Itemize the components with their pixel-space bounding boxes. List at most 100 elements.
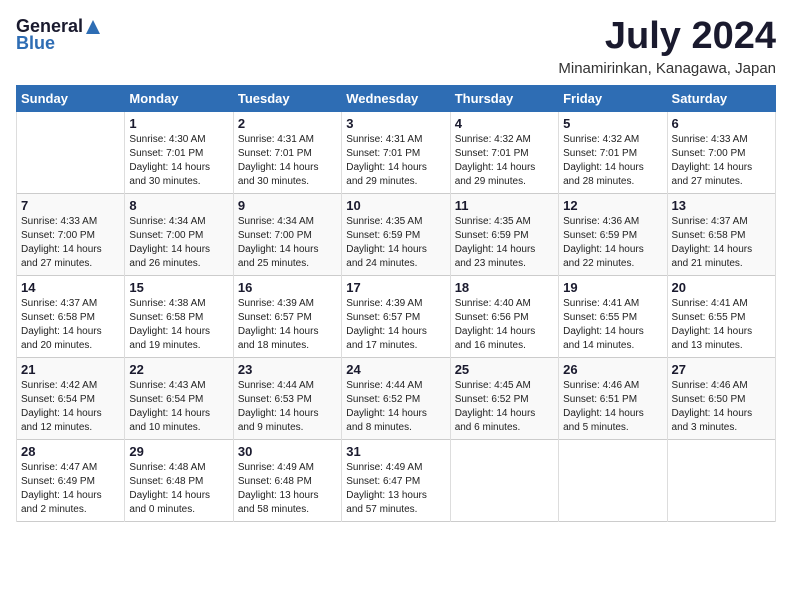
cell-info: Sunrise: 4:48 AMSunset: 6:48 PMDaylight:… (129, 461, 228, 517)
day-number: 8 (129, 198, 228, 213)
day-number: 6 (672, 116, 771, 131)
calendar-cell: 21 Sunrise: 4:42 AMSunset: 6:54 PMDayligh… (17, 357, 125, 439)
day-number: 25 (455, 362, 554, 377)
day-number: 22 (129, 362, 228, 377)
cell-info: Sunrise: 4:42 AMSunset: 6:54 PMDaylight:… (21, 379, 120, 435)
cell-info: Sunrise: 4:31 AMSunset: 7:01 PMDaylight:… (238, 133, 337, 189)
logo: General Blue (16, 16, 103, 54)
cell-info: Sunrise: 4:40 AMSunset: 6:56 PMDaylight:… (455, 297, 554, 353)
calendar-cell: 10 Sunrise: 4:35 AMSunset: 6:59 PMDayligh… (342, 193, 450, 275)
day-number: 14 (21, 280, 120, 295)
day-number: 23 (238, 362, 337, 377)
day-number: 27 (672, 362, 771, 377)
location-title: Minamirinkan, Kanagawa, Japan (558, 60, 776, 77)
cell-info: Sunrise: 4:38 AMSunset: 6:58 PMDaylight:… (129, 297, 228, 353)
calendar-cell: 27 Sunrise: 4:46 AMSunset: 6:50 PMDayligh… (667, 357, 775, 439)
cell-info: Sunrise: 4:46 AMSunset: 6:51 PMDaylight:… (563, 379, 662, 435)
calendar-cell: 11 Sunrise: 4:35 AMSunset: 6:59 PMDayligh… (450, 193, 558, 275)
cell-info: Sunrise: 4:35 AMSunset: 6:59 PMDaylight:… (346, 215, 445, 271)
calendar-week-row: 7 Sunrise: 4:33 AMSunset: 7:00 PMDaylight… (17, 193, 776, 275)
calendar-cell: 19 Sunrise: 4:41 AMSunset: 6:55 PMDayligh… (559, 275, 667, 357)
day-number: 29 (129, 444, 228, 459)
cell-info: Sunrise: 4:33 AMSunset: 7:00 PMDaylight:… (672, 133, 771, 189)
calendar-cell: 29 Sunrise: 4:48 AMSunset: 6:48 PMDayligh… (125, 439, 233, 521)
logo-blue: Blue (16, 33, 55, 54)
calendar-cell: 13 Sunrise: 4:37 AMSunset: 6:58 PMDayligh… (667, 193, 775, 275)
calendar-week-row: 28Sunrise: 4:47 AMSunset: 6:49 PMDayligh… (17, 439, 776, 521)
day-number: 28 (21, 444, 120, 459)
header-saturday: Saturday (667, 85, 775, 111)
day-number: 10 (346, 198, 445, 213)
day-number: 11 (455, 198, 554, 213)
cell-info: Sunrise: 4:41 AMSunset: 6:55 PMDaylight:… (672, 297, 771, 353)
cell-info: Sunrise: 4:31 AMSunset: 7:01 PMDaylight:… (346, 133, 445, 189)
cell-info: Sunrise: 4:39 AMSunset: 6:57 PMDaylight:… (238, 297, 337, 353)
day-number: 5 (563, 116, 662, 131)
calendar-cell: 23Sunrise: 4:44 AMSunset: 6:53 PMDayligh… (233, 357, 341, 439)
header-thursday: Thursday (450, 85, 558, 111)
calendar-cell (667, 439, 775, 521)
calendar-cell: 8 Sunrise: 4:34 AMSunset: 7:00 PMDaylight… (125, 193, 233, 275)
calendar-cell: 2 Sunrise: 4:31 AMSunset: 7:01 PMDaylight… (233, 111, 341, 193)
cell-info: Sunrise: 4:41 AMSunset: 6:55 PMDaylight:… (563, 297, 662, 353)
day-number: 20 (672, 280, 771, 295)
calendar-week-row: 1 Sunrise: 4:30 AMSunset: 7:01 PMDaylight… (17, 111, 776, 193)
header-wednesday: Wednesday (342, 85, 450, 111)
cell-info: Sunrise: 4:46 AMSunset: 6:50 PMDaylight:… (672, 379, 771, 435)
calendar-cell: 9 Sunrise: 4:34 AMSunset: 7:00 PMDaylight… (233, 193, 341, 275)
header-monday: Monday (125, 85, 233, 111)
cell-info: Sunrise: 4:33 AMSunset: 7:00 PMDaylight:… (21, 215, 120, 271)
page-header: General Blue July 2024 Minamirinkan, Kan… (16, 16, 776, 77)
cell-info: Sunrise: 4:32 AMSunset: 7:01 PMDaylight:… (563, 133, 662, 189)
cell-info: Sunrise: 4:32 AMSunset: 7:01 PMDaylight:… (455, 133, 554, 189)
month-title: July 2024 (558, 16, 776, 58)
header-friday: Friday (559, 85, 667, 111)
calendar-cell: 17Sunrise: 4:39 AMSunset: 6:57 PMDayligh… (342, 275, 450, 357)
calendar-cell (17, 111, 125, 193)
cell-info: Sunrise: 4:45 AMSunset: 6:52 PMDaylight:… (455, 379, 554, 435)
day-number: 15 (129, 280, 228, 295)
calendar-cell: 5 Sunrise: 4:32 AMSunset: 7:01 PMDaylight… (559, 111, 667, 193)
calendar-cell: 6 Sunrise: 4:33 AMSunset: 7:00 PMDaylight… (667, 111, 775, 193)
cell-info: Sunrise: 4:34 AMSunset: 7:00 PMDaylight:… (238, 215, 337, 271)
cell-info: Sunrise: 4:49 AMSunset: 6:48 PMDaylight:… (238, 461, 337, 517)
cell-info: Sunrise: 4:34 AMSunset: 7:00 PMDaylight:… (129, 215, 228, 271)
calendar-cell: 12Sunrise: 4:36 AMSunset: 6:59 PMDayligh… (559, 193, 667, 275)
day-number: 24 (346, 362, 445, 377)
day-number: 21 (21, 362, 120, 377)
day-number: 13 (672, 198, 771, 213)
header-tuesday: Tuesday (233, 85, 341, 111)
calendar-cell: 16 Sunrise: 4:39 AMSunset: 6:57 PMDayligh… (233, 275, 341, 357)
calendar-header-row: SundayMondayTuesdayWednesdayThursdayFrid… (17, 85, 776, 111)
calendar-cell: 14 Sunrise: 4:37 AMSunset: 6:58 PMDayligh… (17, 275, 125, 357)
day-number: 4 (455, 116, 554, 131)
title-block: July 2024 Minamirinkan, Kanagawa, Japan (558, 16, 776, 77)
cell-info: Sunrise: 4:37 AMSunset: 6:58 PMDaylight:… (672, 215, 771, 271)
header-sunday: Sunday (17, 85, 125, 111)
day-number: 1 (129, 116, 228, 131)
day-number: 9 (238, 198, 337, 213)
calendar-cell (450, 439, 558, 521)
day-number: 19 (563, 280, 662, 295)
day-number: 31 (346, 444, 445, 459)
calendar-cell: 22Sunrise: 4:43 AMSunset: 6:54 PMDayligh… (125, 357, 233, 439)
day-number: 2 (238, 116, 337, 131)
calendar-cell: 15 Sunrise: 4:38 AMSunset: 6:58 PMDayligh… (125, 275, 233, 357)
calendar-cell (559, 439, 667, 521)
calendar-cell: 1 Sunrise: 4:30 AMSunset: 7:01 PMDaylight… (125, 111, 233, 193)
day-number: 30 (238, 444, 337, 459)
cell-info: Sunrise: 4:35 AMSunset: 6:59 PMDaylight:… (455, 215, 554, 271)
calendar-cell: 28Sunrise: 4:47 AMSunset: 6:49 PMDayligh… (17, 439, 125, 521)
day-number: 7 (21, 198, 120, 213)
day-number: 16 (238, 280, 337, 295)
calendar-cell: 26 Sunrise: 4:46 AMSunset: 6:51 PMDayligh… (559, 357, 667, 439)
cell-info: Sunrise: 4:37 AMSunset: 6:58 PMDaylight:… (21, 297, 120, 353)
cell-info: Sunrise: 4:30 AMSunset: 7:01 PMDaylight:… (129, 133, 228, 189)
calendar-week-row: 14 Sunrise: 4:37 AMSunset: 6:58 PMDayligh… (17, 275, 776, 357)
calendar-cell: 25 Sunrise: 4:45 AMSunset: 6:52 PMDayligh… (450, 357, 558, 439)
calendar-cell: 4 Sunrise: 4:32 AMSunset: 7:01 PMDaylight… (450, 111, 558, 193)
cell-info: Sunrise: 4:44 AMSunset: 6:52 PMDaylight:… (346, 379, 445, 435)
day-number: 12 (563, 198, 662, 213)
day-number: 3 (346, 116, 445, 131)
day-number: 26 (563, 362, 662, 377)
